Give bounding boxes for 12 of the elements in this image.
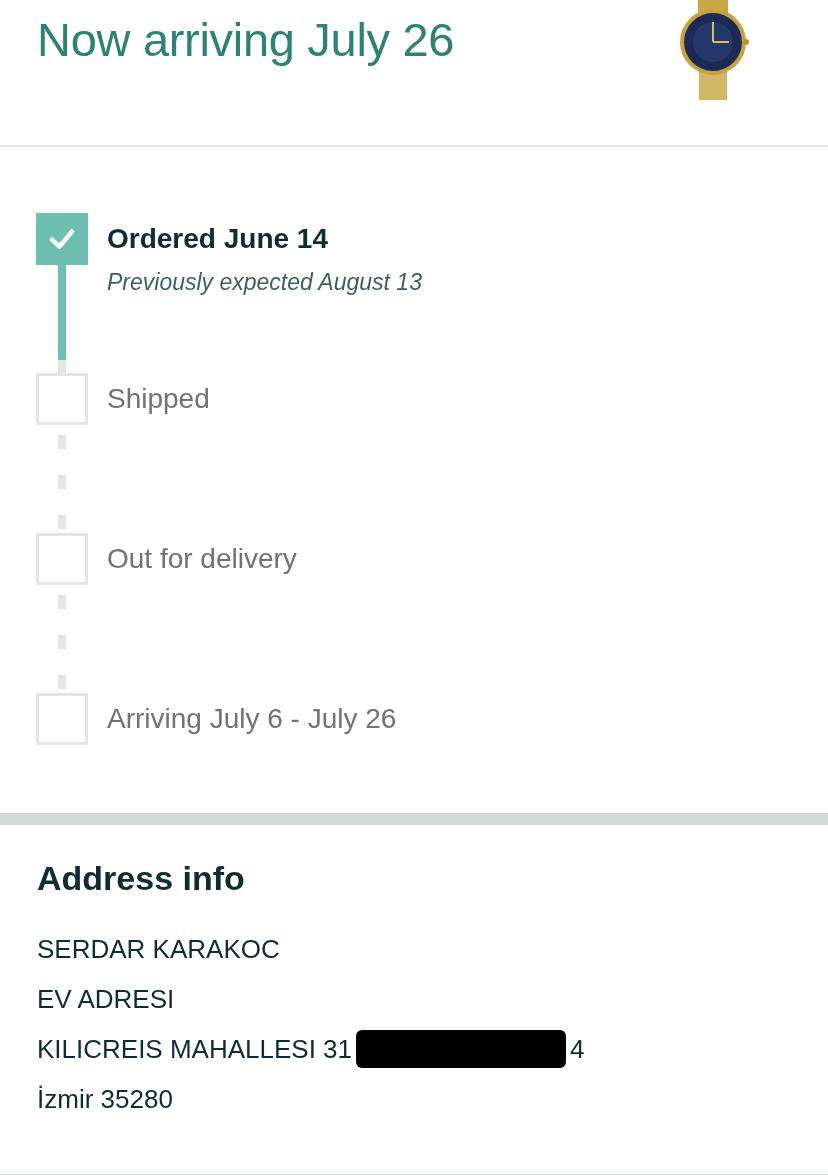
address-line: SERDAR KARAKOC [37,933,281,966]
step-label: Out for delivery [107,543,297,575]
address-line: EV ADRESI [37,983,176,1016]
section-heading: Address info [37,859,246,898]
address-fragment: 4 [570,1033,585,1066]
step-label: Shipped [107,383,210,415]
delivery-title: Now arriving July 26 [37,12,455,67]
address-line: İzmir 35280 [37,1083,174,1116]
address-line: KILICREIS MAHALLESI 31 [37,1033,353,1066]
step-label: Ordered June 14 [107,223,329,255]
step-note: Previously expected August 13 [107,269,422,296]
step-label: Arriving July 6 - July 26 [107,703,397,735]
